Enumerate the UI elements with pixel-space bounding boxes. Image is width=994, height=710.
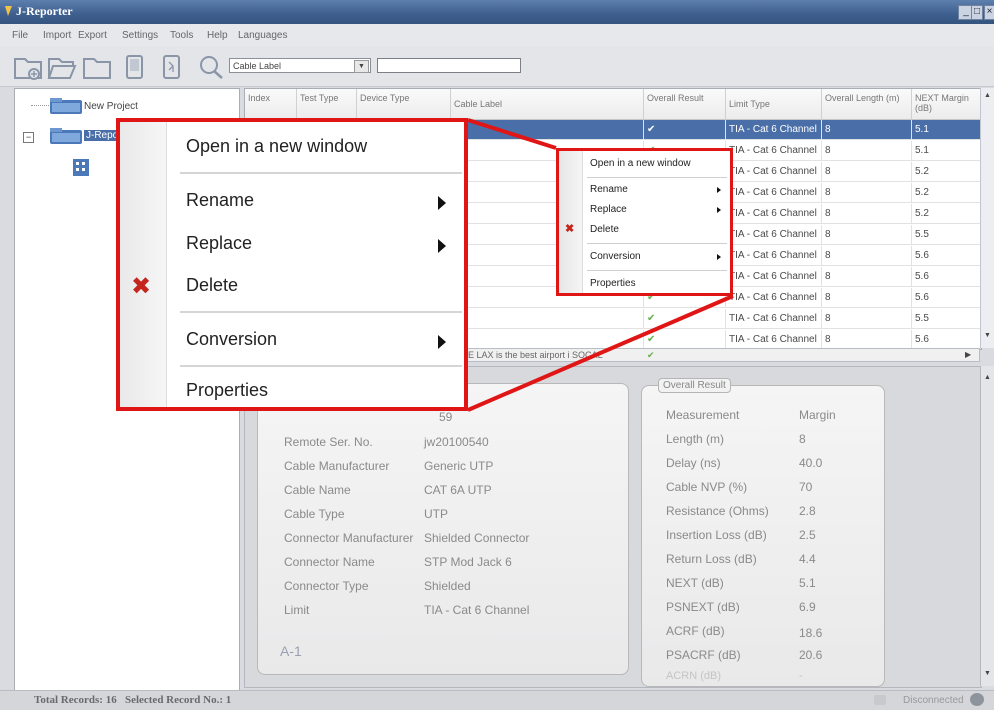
menu-item-rename[interactable]: Rename [590,184,628,195]
menu-item-conversion[interactable]: Conversion [590,251,641,262]
context-menu-zoomed: Open in a new window Rename Replace ✖ De… [116,118,468,411]
submenu-arrow-icon [438,196,446,210]
menu-item-conversion[interactable]: Conversion [186,329,277,350]
menu-item-rename[interactable]: Rename [186,190,254,211]
menu-item-replace[interactable]: Replace [590,204,627,215]
menu-gutter [120,122,167,407]
delete-x-icon: ✖ [131,273,152,300]
submenu-arrow-icon [717,187,721,193]
menu-separator [180,172,462,174]
menu-separator [587,243,727,244]
menu-item-replace[interactable]: Replace [186,233,252,254]
delete-x-icon: ✖ [565,223,575,235]
context-menu-small: Open in a new window Rename Replace ✖ De… [556,148,733,296]
menu-separator [587,270,727,271]
menu-separator [180,365,462,367]
menu-item-properties[interactable]: Properties [186,380,268,401]
submenu-arrow-icon [717,254,721,260]
menu-separator [587,177,727,178]
submenu-arrow-icon [438,239,446,253]
menu-item-delete[interactable]: Delete [590,224,619,235]
menu-item-open-new-window[interactable]: Open in a new window [186,136,367,157]
menu-item-properties[interactable]: Properties [590,278,636,289]
menu-separator [180,311,462,313]
submenu-arrow-icon [438,335,446,349]
submenu-arrow-icon [717,207,721,213]
menu-item-delete[interactable]: Delete [186,275,238,296]
menu-item-open-new-window[interactable]: Open in a new window [590,158,691,169]
